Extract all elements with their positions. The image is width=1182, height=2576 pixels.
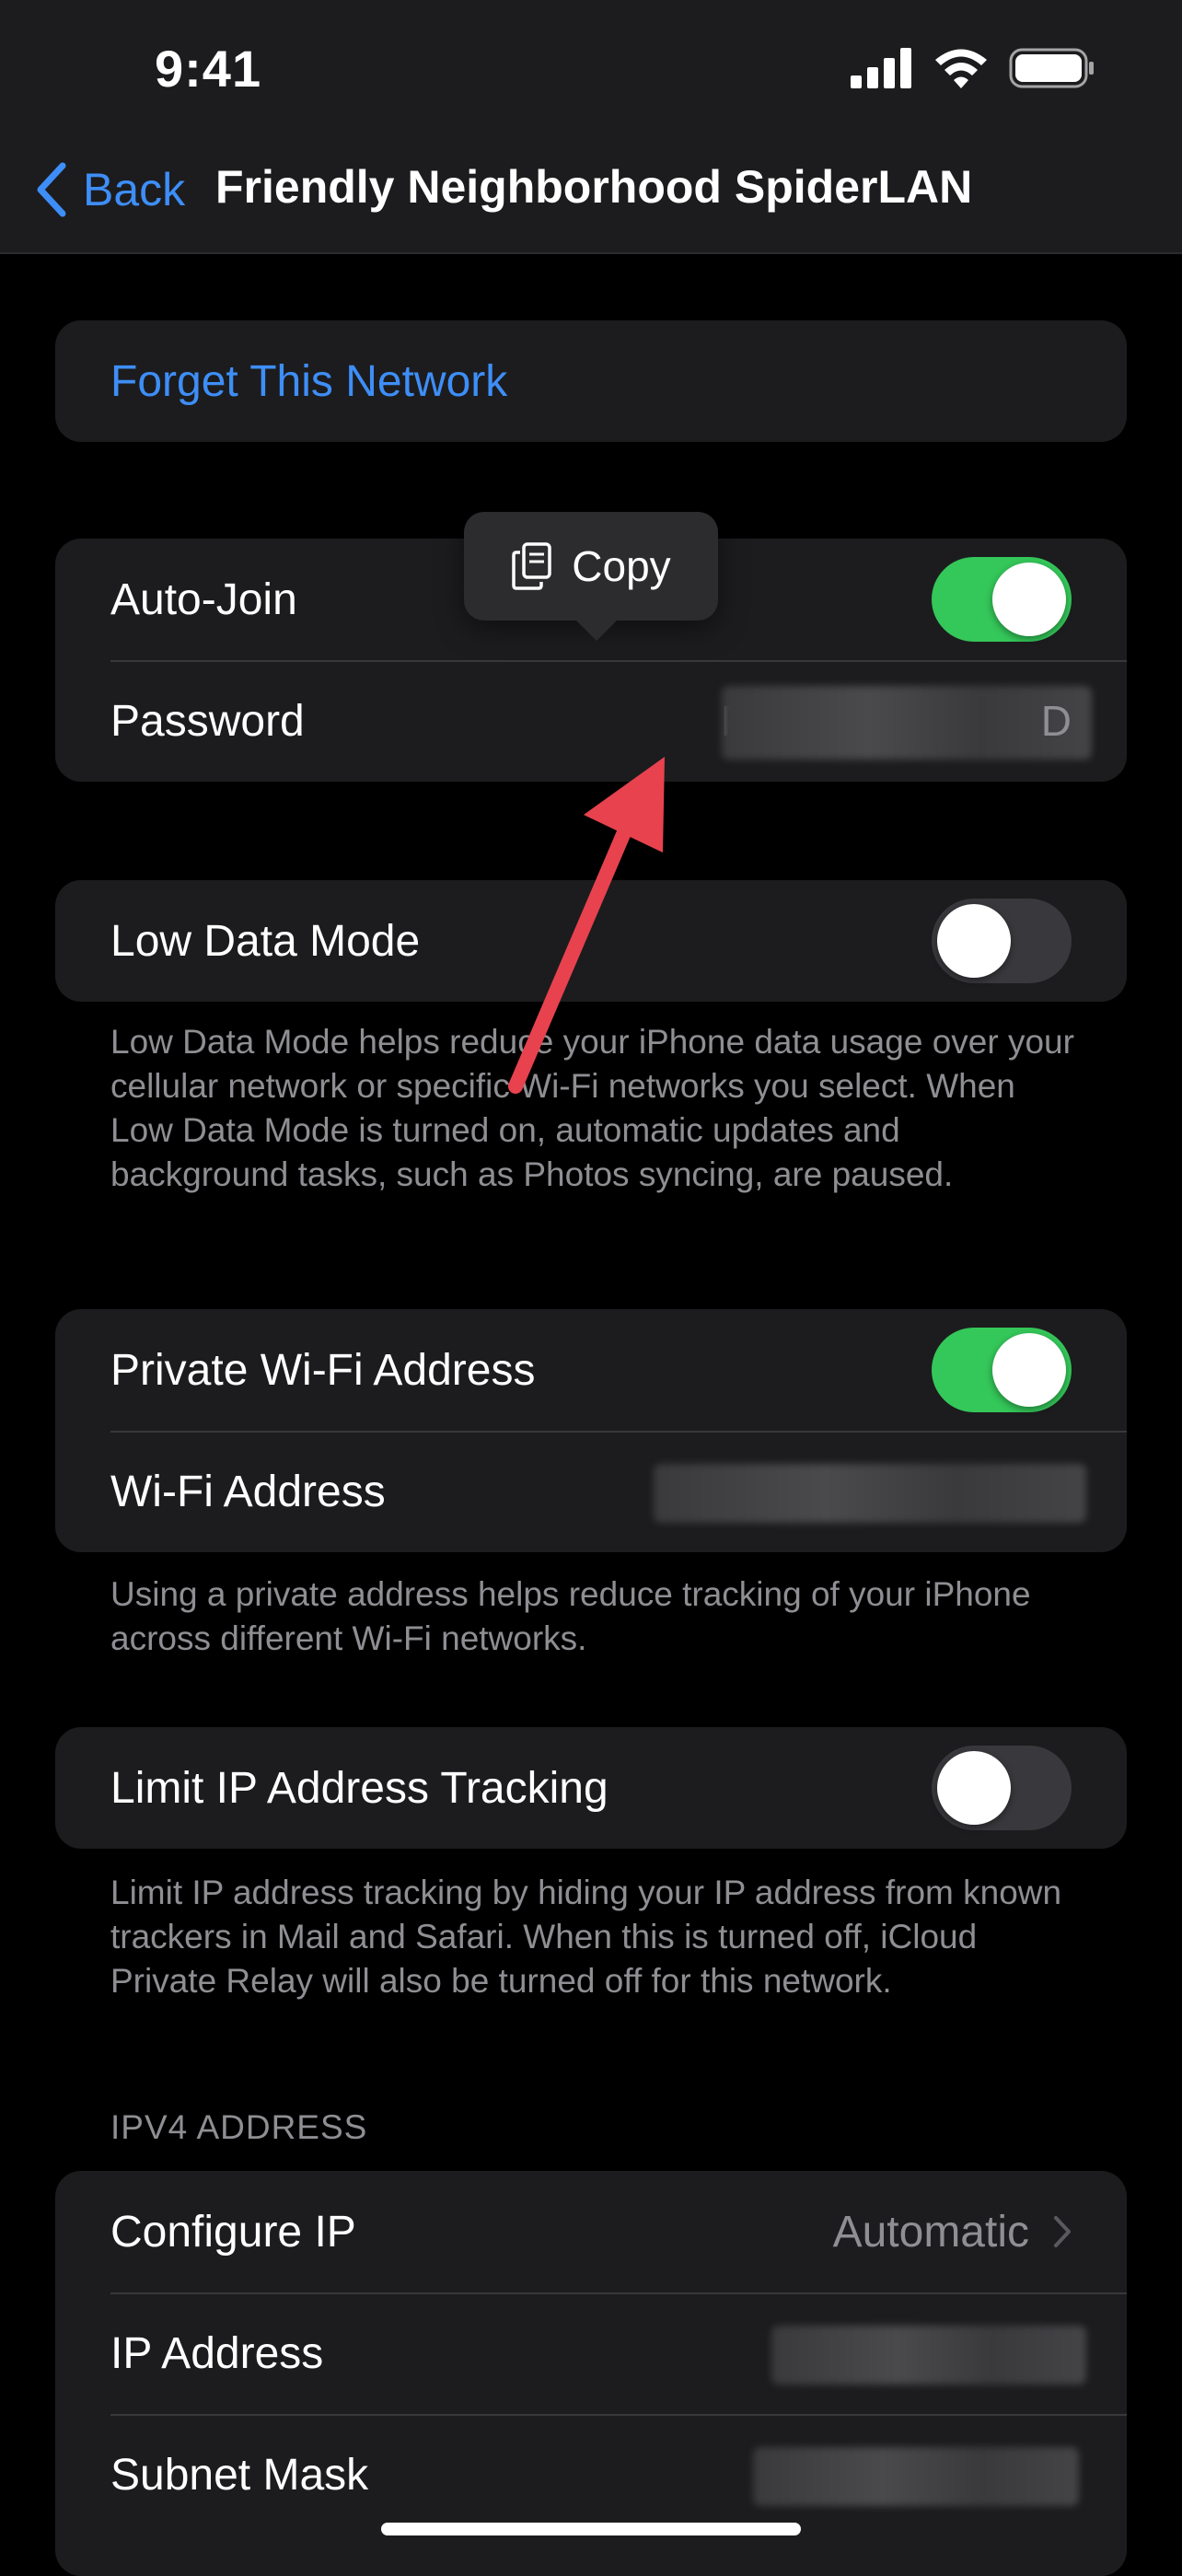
status-bar: 9:41 xyxy=(0,0,1182,138)
password-row[interactable]: Password P# D xyxy=(55,660,1127,782)
low-data-label: Low Data Mode xyxy=(110,916,421,966)
auto-join-label: Auto-Join xyxy=(110,574,297,624)
back-button[interactable]: Back xyxy=(35,162,185,217)
battery-icon xyxy=(1009,48,1094,88)
status-time: 9:41 xyxy=(155,40,262,98)
wifi-address-label: Wi-Fi Address xyxy=(110,1467,386,1516)
forget-group: Forget This Network xyxy=(55,320,1127,442)
limit-ip-footnote: Limit IP address tracking by hiding your… xyxy=(110,1874,1062,2000)
home-indicator xyxy=(381,2523,801,2535)
page-title: Friendly Neighborhood SpiderLAN xyxy=(215,161,973,213)
wifi-address-row: Wi-Fi Address xyxy=(55,1431,1127,1552)
copy-label: Copy xyxy=(572,542,671,590)
subnet-mask-label: Subnet Mask xyxy=(110,2450,369,2500)
ip-address-label: IP Address xyxy=(110,2328,324,2378)
private-address-row: Private Wi-Fi Address xyxy=(55,1309,1127,1431)
limit-ip-toggle[interactable] xyxy=(932,1746,1072,1830)
private-address-label: Private Wi-Fi Address xyxy=(110,1345,536,1395)
wifi-icon xyxy=(935,49,987,88)
subnet-mask-row: Subnet Mask xyxy=(55,2414,1127,2535)
ipv4-group: Configure IP Automatic IP Address Subnet… xyxy=(55,2171,1127,2576)
limit-ip-label: Limit IP Address Tracking xyxy=(110,1763,608,1813)
configure-ip-value: Automatic xyxy=(832,2207,1029,2257)
low-data-row: Low Data Mode xyxy=(55,880,1127,1002)
toggle-knob xyxy=(937,1751,1011,1825)
chevron-left-icon xyxy=(37,162,66,217)
low-data-toggle[interactable] xyxy=(932,899,1072,983)
configure-ip-row[interactable]: Configure IP Automatic xyxy=(55,2171,1127,2292)
subnet-mask-redacted xyxy=(753,2447,1079,2506)
private-address-footnote: Using a private address helps reduce tra… xyxy=(110,1575,1031,1657)
ip-address-redacted xyxy=(771,2326,1086,2385)
toggle-knob xyxy=(992,1333,1066,1407)
toggle-knob xyxy=(937,904,1011,978)
copy-callout[interactable]: Copy xyxy=(464,512,718,641)
chevron-right-icon xyxy=(1054,2216,1071,2247)
password-visible-end: D xyxy=(1040,697,1072,745)
nav-bar: Back Friendly Neighborhood SpiderLAN xyxy=(0,138,1182,254)
ipv4-section-header: IPV4 ADDRESS xyxy=(110,2108,368,2146)
private-address-group: Private Wi-Fi Address Wi-Fi Address xyxy=(55,1309,1127,1552)
limit-ip-row: Limit IP Address Tracking xyxy=(55,1727,1127,1849)
wifi-address-redacted xyxy=(654,1464,1086,1523)
auto-join-toggle[interactable] xyxy=(932,557,1072,642)
cellular-signal-icon xyxy=(851,48,911,88)
configure-ip-label: Configure IP xyxy=(110,2207,356,2257)
status-icons xyxy=(851,48,1095,88)
forget-network-label: Forget This Network xyxy=(110,356,508,406)
private-address-toggle[interactable] xyxy=(932,1328,1072,1412)
limit-ip-group: Limit IP Address Tracking xyxy=(55,1727,1127,1849)
low-data-group: Low Data Mode xyxy=(55,880,1127,1002)
password-redacted xyxy=(722,686,1092,760)
toggle-knob xyxy=(992,563,1066,636)
forget-network-button[interactable]: Forget This Network xyxy=(55,320,1127,442)
configure-ip-value-wrap: Automatic xyxy=(833,2207,1072,2257)
back-label: Back xyxy=(83,164,186,215)
low-data-footnote: Low Data Mode helps reduce your iPhone d… xyxy=(110,1023,1074,1193)
copy-icon xyxy=(512,542,552,590)
password-label: Password xyxy=(110,696,305,746)
ip-address-row: IP Address xyxy=(55,2292,1127,2414)
